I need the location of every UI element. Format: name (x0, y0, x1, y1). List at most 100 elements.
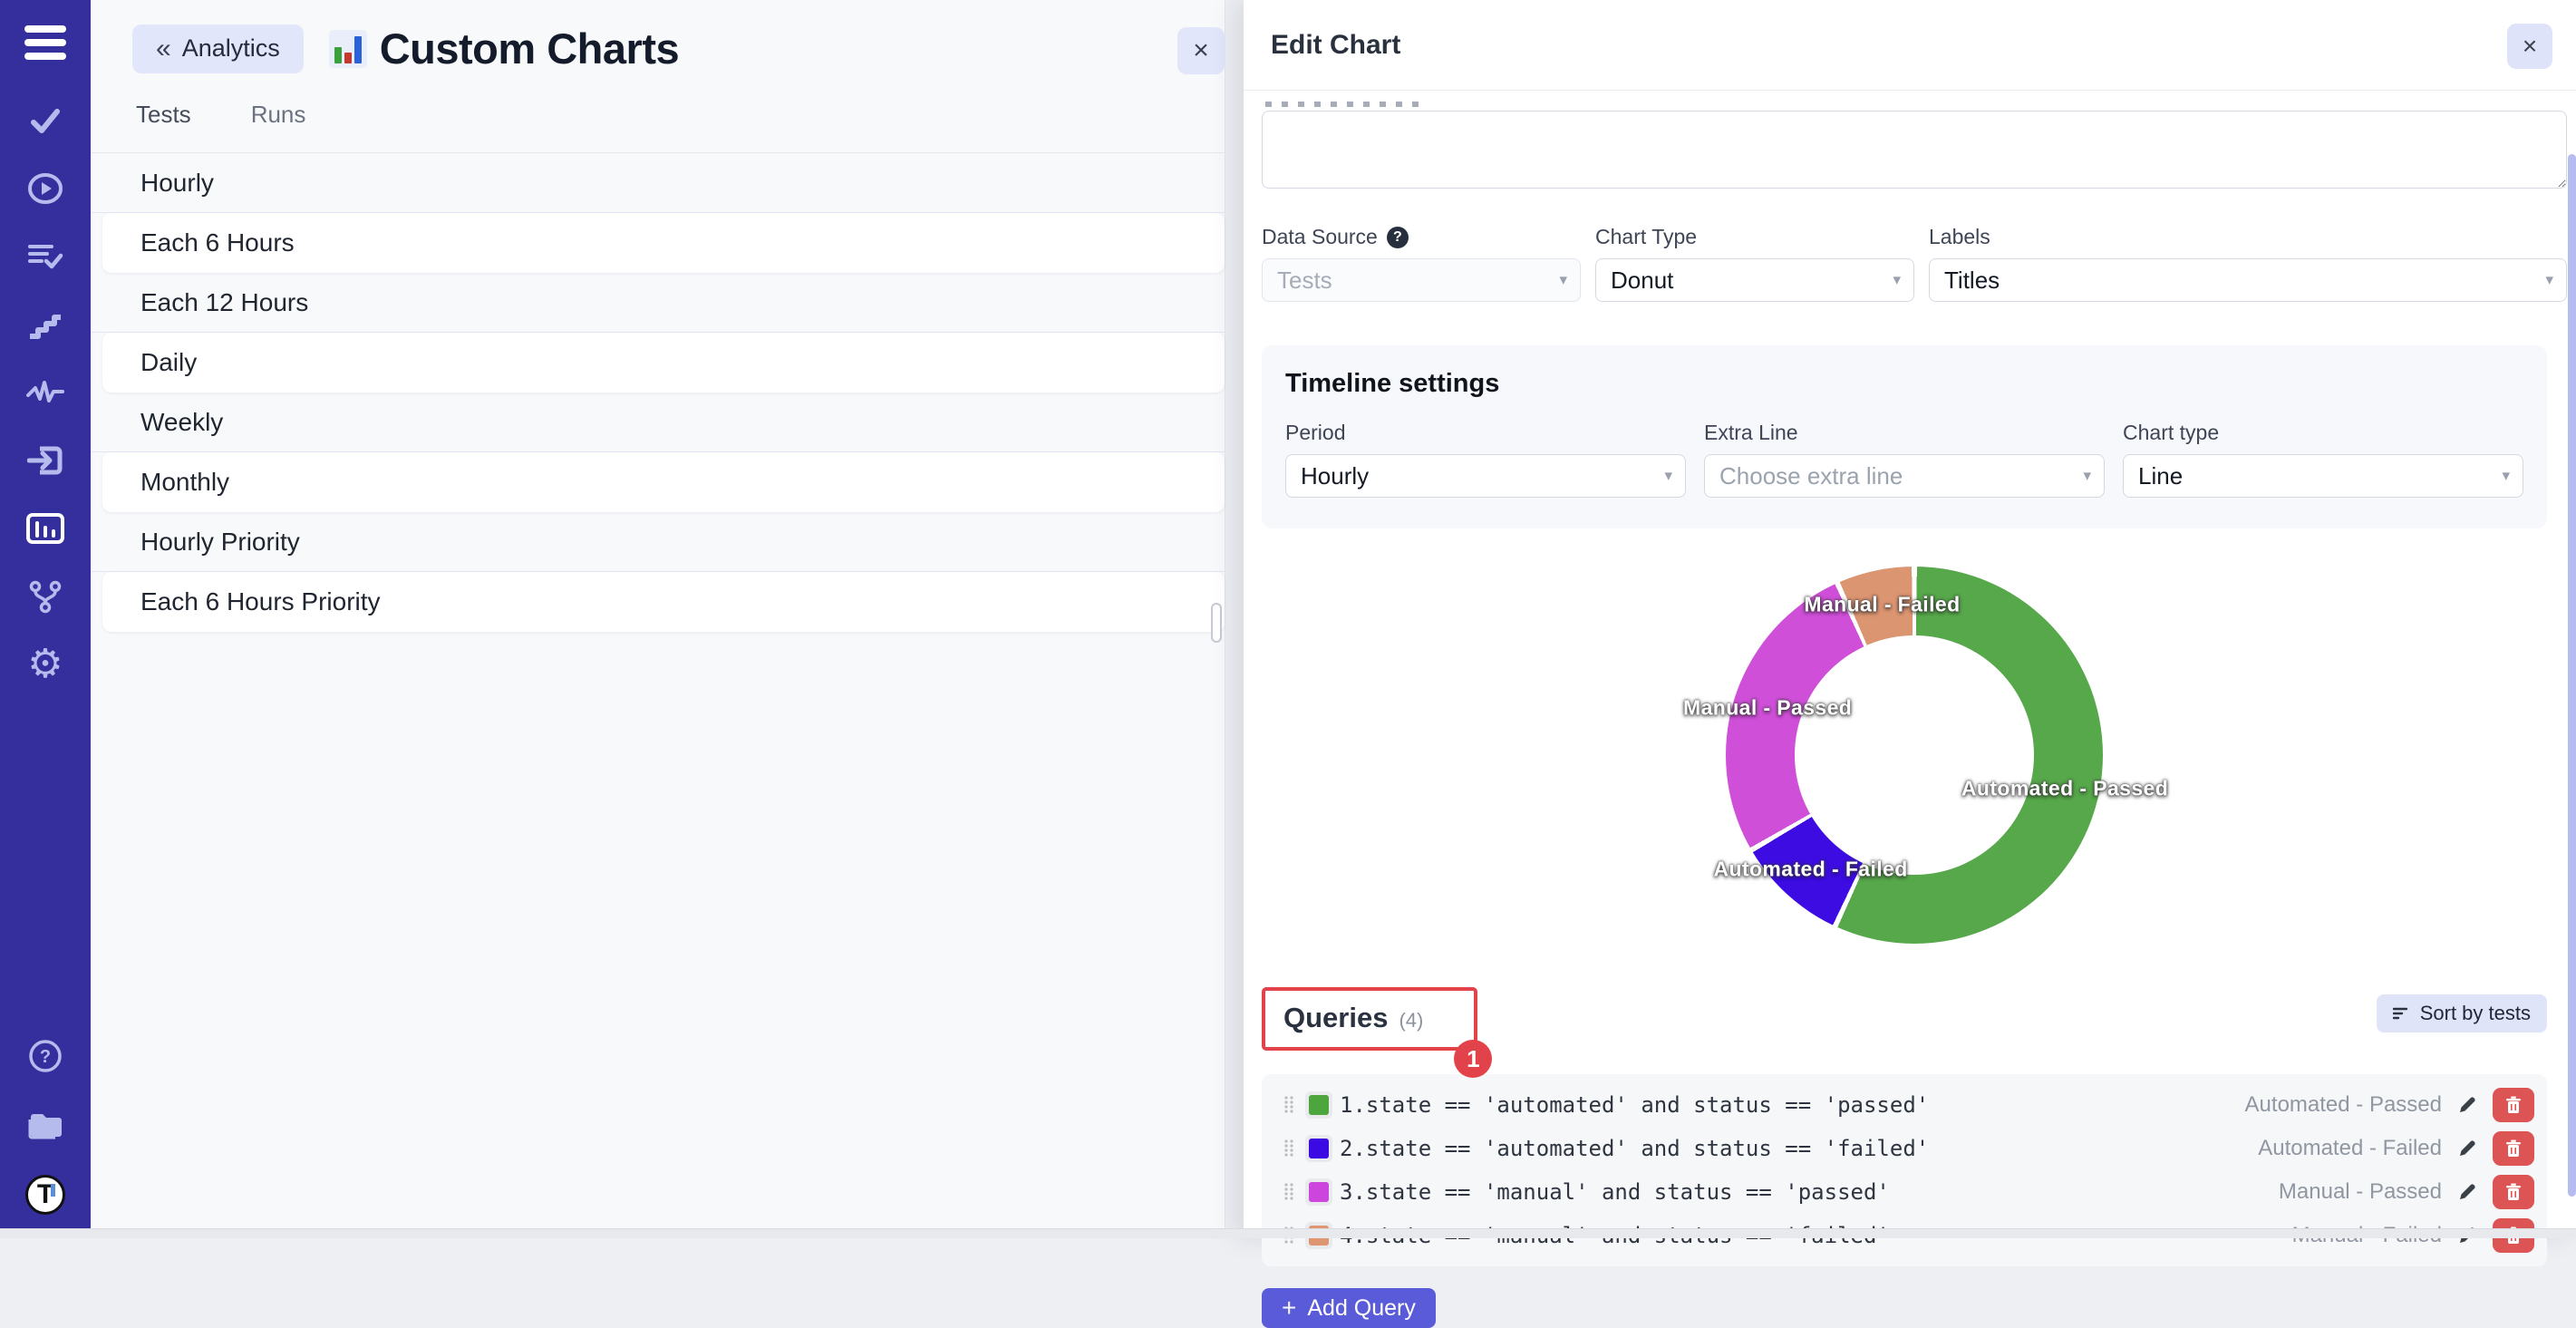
custom-charts-panel: « Analytics Custom Charts × TestsRuns Ho… (91, 0, 1225, 1238)
query-row: 3.state == 'manual' and status == 'passe… (1262, 1170, 2547, 1214)
query-row: 2.state == 'automated' and status == 'fa… (1262, 1127, 2547, 1170)
queries-heading: Queries (1283, 1002, 1388, 1034)
sort-by-tests-button[interactable]: Sort by tests (2377, 994, 2547, 1032)
app-logo[interactable]: T (25, 1175, 65, 1215)
query-color-swatch (1309, 1182, 1329, 1202)
chevron-double-left-icon: « (156, 35, 171, 63)
edit-pencil-icon[interactable] (2456, 1138, 2478, 1159)
query-series-label: Automated - Passed (2245, 1092, 2442, 1118)
chart-emoji-icon (329, 30, 367, 68)
trash-icon (2505, 1139, 2522, 1158)
activity-icon[interactable] (26, 373, 64, 412)
timeline-settings-card: Timeline settings Period Hourly ▾ Extra … (1262, 345, 2547, 528)
drag-handle-icon[interactable] (1283, 1095, 1294, 1115)
period-label: Period (1285, 421, 1345, 445)
field-timeline-chart-type: Chart type Line ▾ (2123, 421, 2523, 498)
tab-tests[interactable]: Tests (136, 101, 191, 129)
trash-icon (2505, 1183, 2522, 1201)
list-check-icon[interactable] (26, 237, 64, 276)
steps-icon[interactable] (26, 305, 64, 344)
sort-icon (2393, 1006, 2411, 1021)
chevron-down-icon: ▾ (2083, 467, 2091, 485)
query-series-label: Automated - Failed (2258, 1136, 2442, 1161)
data-source-label: Data Source (1262, 225, 1378, 249)
query-expression: 2.state == 'automated' and status == 'fa… (1340, 1136, 1929, 1161)
edit-chart-drawer: Edit Chart × Data Source ? Tests ▾ Chart… (1244, 0, 2576, 1238)
period-select[interactable]: Hourly ▾ (1285, 454, 1686, 498)
list-item[interactable]: Daily (102, 333, 1225, 393)
extra-line-select[interactable]: Choose extra line ▾ (1704, 454, 2105, 498)
chart-description-textarea[interactable] (1262, 111, 2567, 189)
query-color-chip (1305, 1135, 1332, 1162)
timeline-chart-type-select[interactable]: Line ▾ (2123, 454, 2523, 498)
drawer-scrollbar-thumb[interactable] (2568, 154, 2576, 1197)
drawer-title: Edit Chart (1271, 30, 1400, 61)
donut-hole (1795, 635, 2034, 875)
help-icon[interactable]: ? (26, 1037, 64, 1075)
donut-chart[interactable]: Automated - PassedAutomated - FailedManu… (1726, 567, 2103, 944)
data-source-select[interactable]: Tests ▾ (1262, 258, 1581, 302)
query-expression: 3.state == 'manual' and status == 'passe… (1340, 1179, 1890, 1205)
panel-tabs: Tests Runs (91, 101, 1225, 153)
delete-query-button[interactable] (2493, 1175, 2534, 1209)
labels-select[interactable]: Titles ▾ (1929, 258, 2567, 302)
chevron-down-icon: ▾ (1893, 271, 1901, 289)
field-labels: Labels Titles ▾ (1929, 225, 2567, 302)
query-series-label: Manual - Passed (2279, 1179, 2442, 1205)
chevron-down-icon: ▾ (2502, 467, 2510, 485)
donut-slice-label: Manual - Failed (1804, 592, 1960, 616)
list-item[interactable]: Hourly Priority (91, 512, 1225, 572)
drag-handle-icon[interactable] (1283, 1139, 1294, 1158)
list-item[interactable]: Monthly (102, 452, 1225, 512)
delete-query-button[interactable] (2493, 1131, 2534, 1166)
timeline-settings-heading: Timeline settings (1285, 369, 2523, 399)
check-icon[interactable] (26, 102, 64, 140)
tab-runs[interactable]: Runs (251, 101, 306, 129)
trash-icon (2505, 1096, 2522, 1114)
list-item[interactable]: Weekly (91, 393, 1225, 452)
chevron-down-icon: ▾ (2545, 271, 2553, 289)
settings-gear-icon[interactable]: ⚙ (26, 645, 64, 683)
chevron-down-icon: ▾ (1664, 467, 1672, 485)
app-sidebar: ⚙ ? T (0, 0, 91, 1238)
add-query-button[interactable]: + Add Query (1262, 1288, 1436, 1328)
queries-heading-annotated: Queries (4) 1 (1262, 987, 1477, 1051)
labels-label: Labels (1929, 225, 1990, 249)
chart-list: HourlyEach 6 HoursEach 12 HoursDailyWeek… (91, 153, 1225, 632)
help-circle-icon[interactable]: ? (1387, 227, 1409, 248)
chart-type-select[interactable]: Donut ▾ (1595, 258, 1914, 302)
field-chart-type: Chart Type Donut ▾ (1595, 225, 1914, 302)
query-color-chip (1305, 1091, 1332, 1119)
query-color-chip (1305, 1178, 1332, 1206)
query-color-swatch (1309, 1139, 1329, 1158)
sign-in-icon[interactable] (26, 441, 64, 480)
bar-chart-icon[interactable] (26, 509, 64, 548)
list-item[interactable]: Each 12 Hours (91, 273, 1225, 333)
panel-close-button[interactable]: × (1177, 27, 1225, 74)
field-period: Period Hourly ▾ (1285, 421, 1686, 498)
query-expression: 1.state == 'automated' and status == 'pa… (1340, 1092, 1929, 1118)
edit-pencil-icon[interactable] (2456, 1181, 2478, 1203)
queries-count: (4) (1399, 1009, 1423, 1032)
chart-type-label: Chart Type (1595, 225, 1697, 249)
panel-scrollbar-thumb[interactable] (1211, 603, 1222, 643)
edit-pencil-icon[interactable] (2456, 1094, 2478, 1116)
play-circle-icon[interactable] (26, 170, 64, 208)
projects-folder-icon[interactable] (26, 1106, 64, 1144)
git-branch-icon[interactable] (26, 577, 64, 616)
list-item[interactable]: Each 6 Hours (102, 213, 1225, 273)
clipped-field-label (1265, 102, 1419, 107)
delete-query-button[interactable] (2493, 1088, 2534, 1122)
query-color-swatch (1309, 1095, 1329, 1115)
back-to-analytics-button[interactable]: « Analytics (132, 24, 304, 73)
plus-icon: + (1282, 1294, 1296, 1323)
chevron-down-icon: ▾ (1559, 271, 1567, 289)
timeline-chart-type-label: Chart type (2123, 421, 2219, 445)
list-item[interactable]: Hourly (91, 153, 1225, 213)
drawer-close-button[interactable]: × (2507, 24, 2552, 69)
list-item[interactable]: Each 6 Hours Priority (102, 572, 1225, 632)
drag-handle-icon[interactable] (1283, 1182, 1294, 1202)
hamburger-menu-icon[interactable] (24, 25, 66, 60)
annotation-rectangle: Queries (4) (1262, 987, 1477, 1051)
extra-line-label: Extra Line (1704, 421, 1798, 445)
